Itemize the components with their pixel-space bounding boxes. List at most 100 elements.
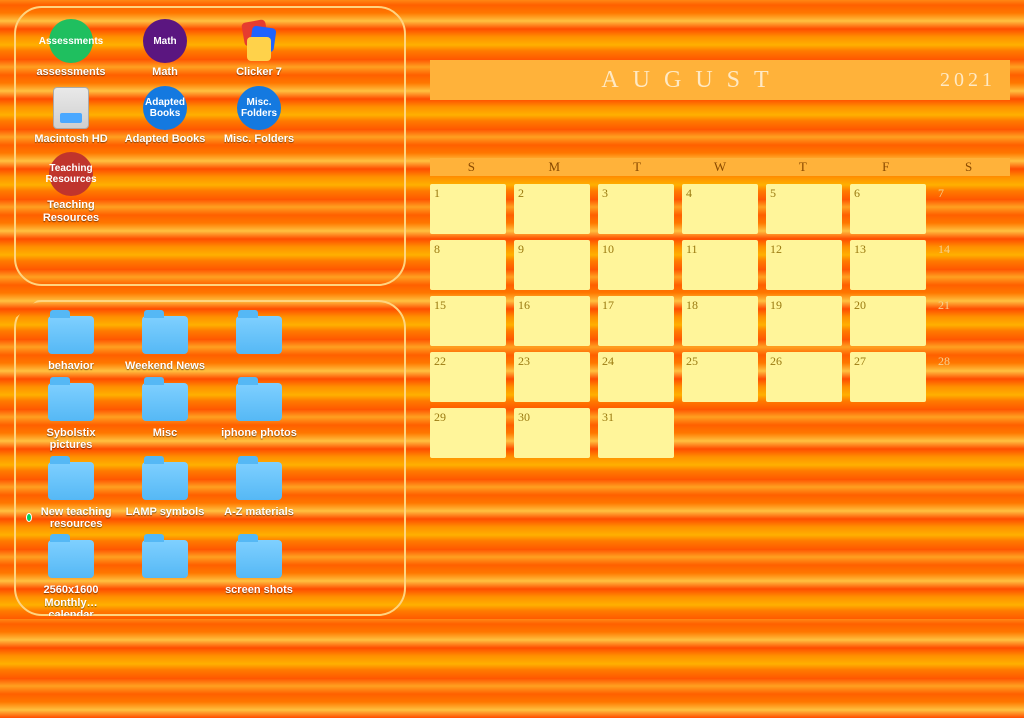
disk-icon — [53, 87, 89, 129]
day-number: 24 — [602, 354, 614, 369]
calendar-year: 2021 — [940, 69, 996, 92]
icon-label: Adapted Books — [125, 133, 206, 146]
folder-icon — [236, 383, 282, 421]
clicker-icon — [237, 19, 281, 63]
icon-label: Misc. Folders — [224, 133, 294, 146]
clicker-7-app[interactable]: Clicker 7 — [214, 18, 304, 79]
day-number: 22 — [434, 354, 446, 369]
folder-icon — [48, 316, 94, 354]
icon-label: Macintosh HD — [34, 133, 107, 146]
monthly-calendar-folder[interactable]: 2560x1600 Monthly…calendar — [26, 536, 116, 622]
icon-label: screen shots — [225, 584, 293, 597]
screen-shots-folder[interactable]: screen shots — [214, 536, 304, 622]
icon-label: New teaching resources — [26, 506, 116, 530]
calendar-cell: 29 — [430, 408, 506, 458]
day-number: 13 — [854, 242, 866, 257]
dow-label: F — [844, 159, 927, 175]
day-number: 15 — [434, 298, 446, 313]
folder-icon — [142, 316, 188, 354]
dow-label: T — [761, 159, 844, 175]
day-number: 17 — [602, 298, 614, 313]
teaching-resources-folder[interactable]: Teaching ResourcesTeaching Resources — [26, 151, 116, 224]
day-number: 12 — [770, 242, 782, 257]
folder-icon — [142, 540, 188, 578]
calendar-cell: 4 — [682, 184, 758, 234]
day-number: 10 — [602, 242, 614, 257]
day-number: 1 — [434, 186, 440, 201]
tag-dot-icon — [26, 513, 32, 522]
day-number: 21 — [938, 298, 950, 313]
day-number: 8 — [434, 242, 440, 257]
iphone-photos-folder[interactable]: iphone photos — [214, 379, 304, 452]
calendar-cell: 2 — [514, 184, 590, 234]
calendar-cell: 31 — [598, 408, 674, 458]
day-number: 23 — [518, 354, 530, 369]
calendar-cell: 22 — [430, 352, 506, 402]
macintosh-hd[interactable]: Macintosh HD — [26, 85, 116, 146]
circle-icon: Assessments — [49, 19, 93, 63]
day-number: 11 — [686, 242, 698, 257]
math-folder[interactable]: MathMath — [120, 18, 210, 79]
circle-icon: Adapted Books — [143, 86, 187, 130]
icon-label: Teaching Resources — [28, 199, 114, 224]
calendar-cell: 9 — [514, 240, 590, 290]
day-number: 6 — [854, 186, 860, 201]
icon-label: Smartboard Activities — [28, 676, 114, 701]
calendar-cell: 17 — [598, 296, 674, 346]
lamp-symbols-folder[interactable]: LAMP symbols — [120, 458, 210, 530]
desktop-group-bottom: behavior Weekend News Sybolstix pictures Mi… — [14, 300, 406, 616]
calendar-cell: 1 — [430, 184, 506, 234]
screenshot-file[interactable]: Screen Shot 2021-07…6.15 AM — [120, 628, 210, 714]
misc-folder[interactable]: Misc — [120, 379, 210, 452]
folder-icon — [142, 462, 188, 500]
weekend-news-folder[interactable]: Weekend News — [120, 312, 210, 373]
calendar-cell: 19 — [766, 296, 842, 346]
icon-label: Weekend News — [125, 360, 205, 373]
calendar-cell: 11 — [682, 240, 758, 290]
behavior-folder[interactable]: behavior — [26, 312, 116, 373]
calendar-cell: 6 — [850, 184, 926, 234]
untitled-folder-2[interactable] — [120, 536, 210, 622]
calendar-cell: 26 — [766, 352, 842, 402]
dow-label: W — [679, 159, 762, 175]
dow-label: S — [927, 159, 1010, 175]
dow-label: T — [596, 159, 679, 175]
calendar-cell: 21 — [934, 296, 1010, 346]
icon-label: 2560x1600 Monthly…calendar — [28, 584, 114, 622]
calendar-cell-empty — [934, 408, 1010, 458]
grade-4-sss-materials-folder[interactable]: Grade 4 s/ss materials — [214, 628, 304, 714]
calendar-cell: 8 — [430, 240, 506, 290]
misc-folders-folder[interactable]: Misc. Folders Misc. Folders — [214, 85, 304, 146]
day-number: 4 — [686, 186, 692, 201]
screenshot-thumb-icon — [142, 634, 188, 668]
folder-icon — [48, 632, 94, 670]
assessments-folder[interactable]: Assessments assessments — [26, 18, 116, 79]
icon-label: Clicker 7 — [236, 66, 282, 79]
calendar-cell: 10 — [598, 240, 674, 290]
calendar-cell: 5 — [766, 184, 842, 234]
calendar-cell: 18 — [682, 296, 758, 346]
day-number: 29 — [434, 410, 446, 425]
adapted-books-folder[interactable]: Adapted Books Adapted Books — [120, 85, 210, 146]
icon-label: iphone photos — [221, 427, 297, 440]
folder-icon — [48, 383, 94, 421]
new-teaching-resources-folder[interactable]: New teaching resources — [26, 458, 116, 530]
untitled-folder-1[interactable] — [214, 312, 304, 373]
sybolstix-pictures-folder[interactable]: Sybolstix pictures — [26, 379, 116, 452]
day-number: 2 — [518, 186, 524, 201]
circle-icon: Misc. Folders — [237, 86, 281, 130]
day-number: 31 — [602, 410, 614, 425]
folder-icon — [48, 540, 94, 578]
smartboard-activities-folder[interactable]: Smartboard Activities — [26, 628, 116, 714]
folder-icon — [236, 632, 282, 670]
day-number: 18 — [686, 298, 698, 313]
calendar-cell: 28 — [934, 352, 1010, 402]
calendar-cell: 25 — [682, 352, 758, 402]
calendar-grid: 1234567891011121314151617181920212223242… — [430, 184, 1010, 458]
calendar-cell: 3 — [598, 184, 674, 234]
circle-icon: Math — [143, 19, 187, 63]
icon-label: assessments — [36, 66, 105, 79]
icon-label: Misc — [153, 427, 177, 440]
day-number: 20 — [854, 298, 866, 313]
a-z-materials-folder[interactable]: A-Z materials — [214, 458, 304, 530]
